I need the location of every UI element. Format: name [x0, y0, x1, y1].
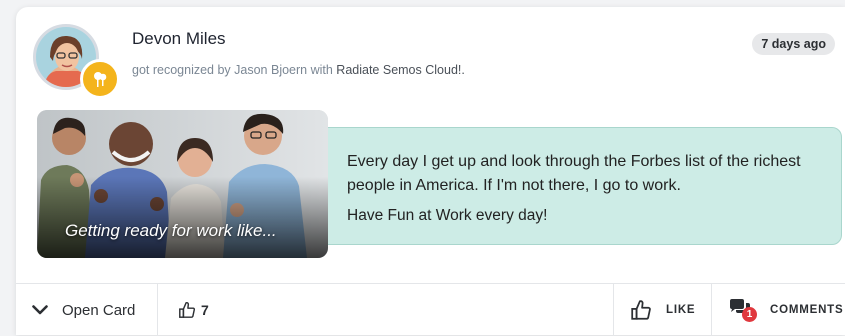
like-button[interactable]: LIKE — [613, 284, 711, 336]
comments-label: COMMENTS — [770, 304, 844, 316]
message-box: Every day I get up and look through the … — [314, 127, 842, 245]
recognition-text: got recognized by Jason Bjoern with Radi… — [132, 63, 465, 77]
recognition-card: Devon Miles got recognized by Jason Bjoe… — [16, 7, 845, 336]
like-count-value: 7 — [201, 302, 209, 318]
user-name[interactable]: Devon Miles — [132, 29, 226, 49]
award-badge-icon — [80, 59, 120, 99]
chevron-down-icon — [32, 305, 48, 315]
recognition-prefix: got recognized by Jason Bjoern with — [132, 63, 333, 77]
comments-icon: 1 — [728, 299, 757, 322]
like-label: LIKE — [666, 304, 696, 316]
thumbs-up-icon — [631, 300, 651, 320]
card-image[interactable]: Getting ready for work like... — [37, 110, 328, 258]
award-name[interactable]: Radiate Semos Cloud!. — [336, 63, 465, 77]
thumbs-up-icon — [179, 301, 196, 318]
comments-button[interactable]: 1 COMMENTS — [711, 284, 845, 336]
open-card-label: Open Card — [62, 301, 136, 319]
like-count[interactable]: 7 — [158, 284, 613, 336]
comments-count-badge: 1 — [742, 307, 757, 322]
message-signoff: Have Fun at Work every day! — [347, 207, 548, 224]
image-caption: Getting ready for work like... — [65, 221, 277, 240]
card-footer: Open Card 7 LIKE 1 COMMENTS — [16, 283, 845, 336]
timestamp-badge: 7 days ago — [752, 33, 835, 55]
open-card-button[interactable]: Open Card — [16, 284, 158, 336]
message-text: Every day I get up and look through the … — [347, 153, 801, 194]
